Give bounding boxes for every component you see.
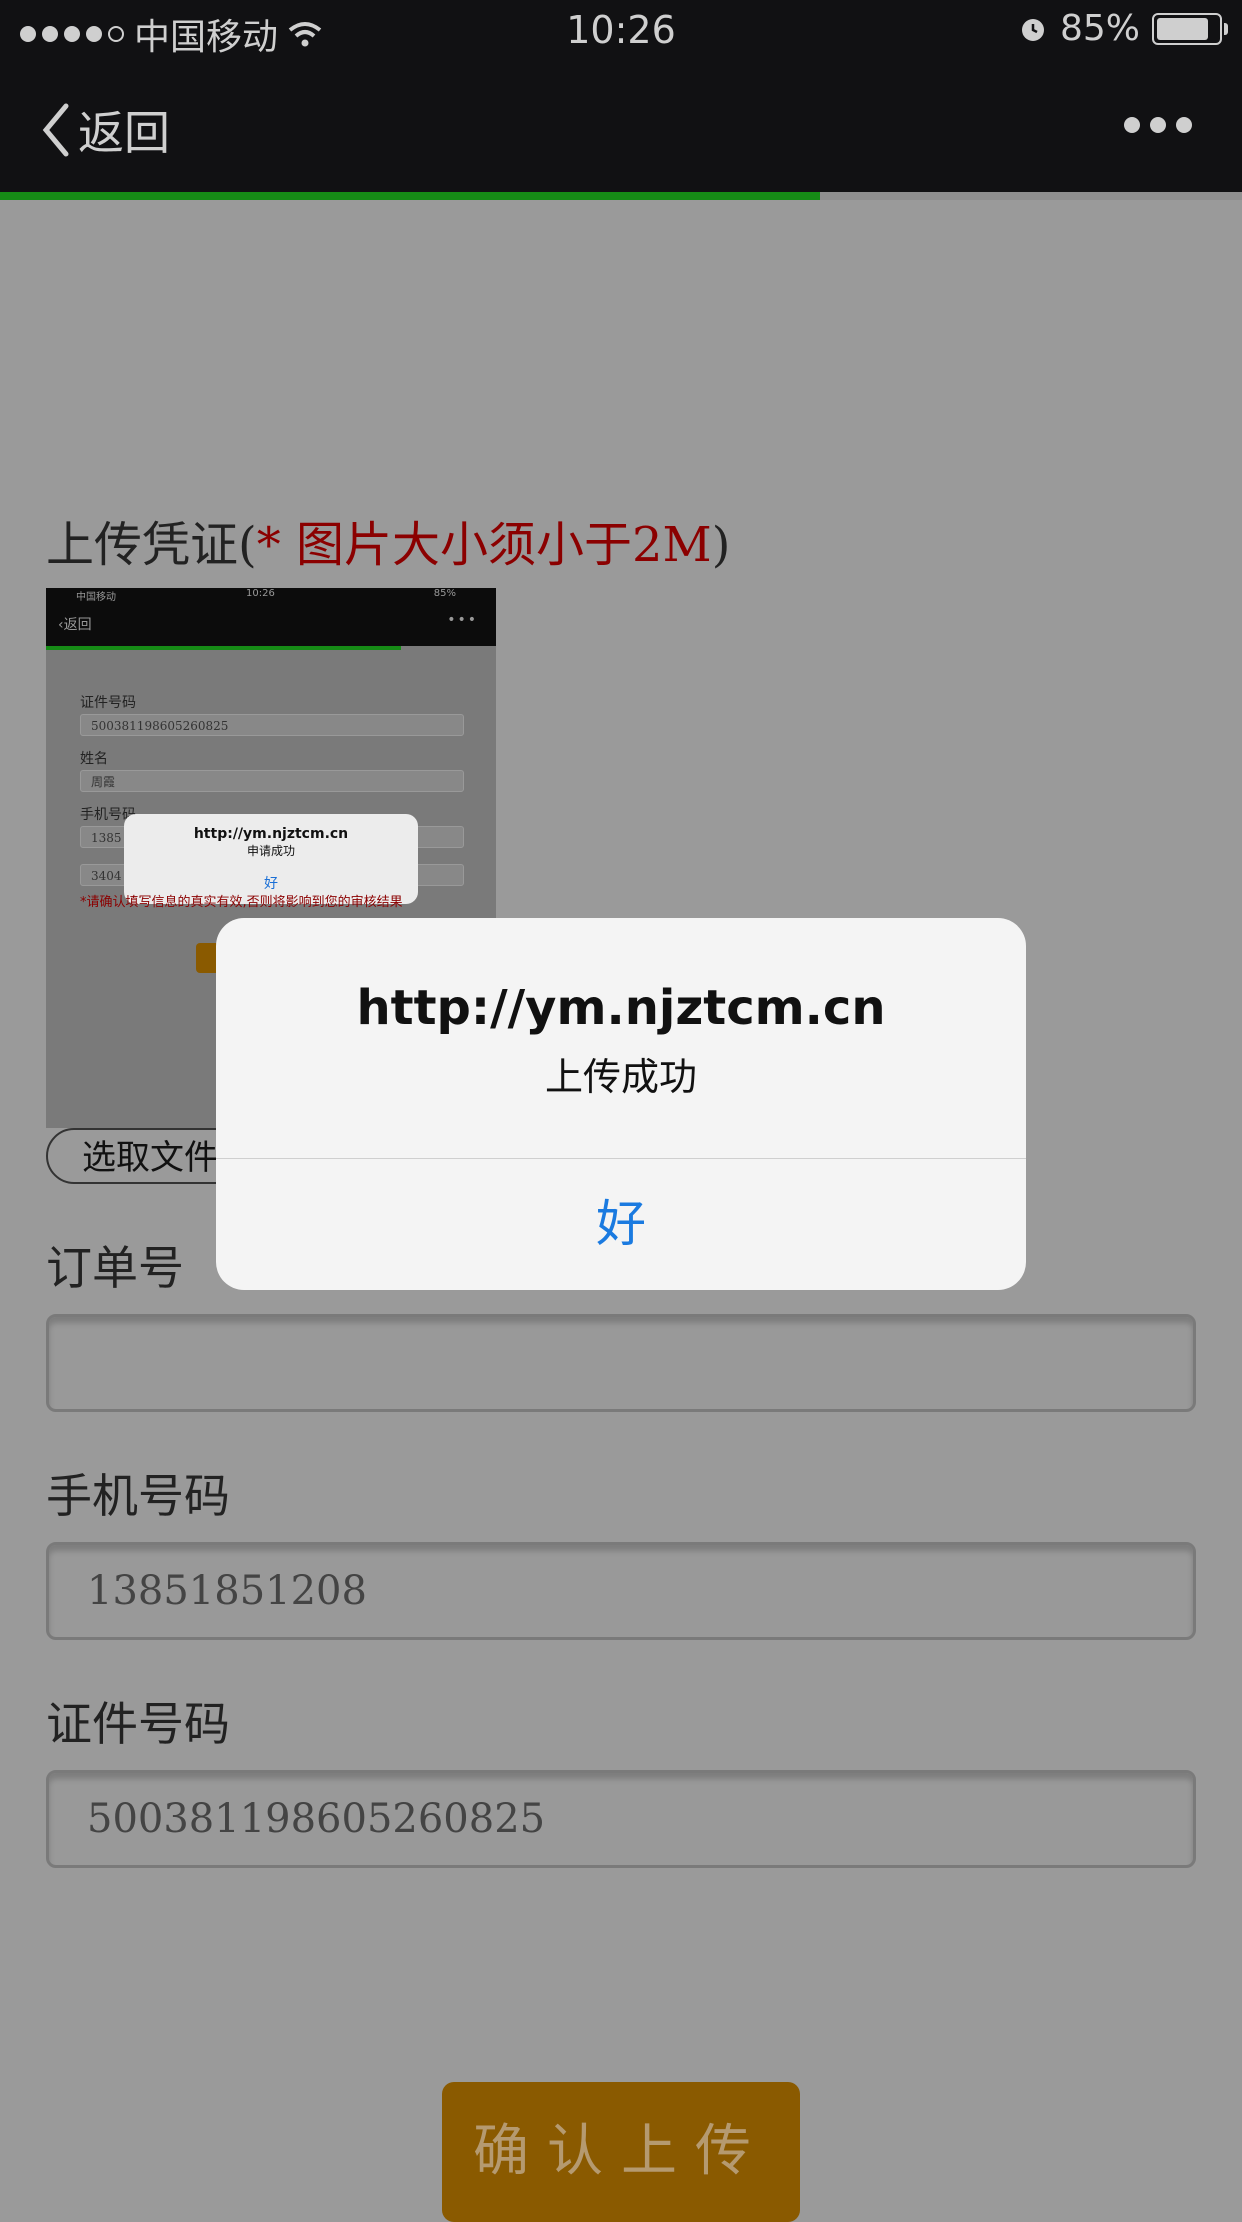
thumb-name-label: 姓名: [80, 751, 108, 767]
more-button[interactable]: [1124, 117, 1192, 133]
alarm-icon: [1021, 18, 1044, 41]
order-input[interactable]: [46, 1314, 1196, 1412]
thumb-name-input: 周霞: [80, 770, 464, 792]
confirm-upload-button[interactable]: 确认上传: [442, 2082, 800, 2222]
id-input[interactable]: 500381198605260825: [46, 1770, 1196, 1868]
battery-percent: 85%: [1059, 8, 1140, 49]
battery-icon: [1152, 12, 1228, 45]
alert-message: 上传成功: [544, 1055, 697, 1099]
id-label: 证件号码: [46, 1697, 230, 1751]
thumb-id-label: 证件号码: [80, 695, 136, 711]
thumb-battery: 85%: [433, 588, 456, 599]
page-load-progress: [0, 192, 1242, 200]
upload-title-text: 上传凭证: [46, 517, 239, 573]
more-dot-icon: [1150, 117, 1166, 133]
thumb-nav-bar: ‹返回 •••: [46, 602, 496, 646]
thumb-alert-ok: 好: [264, 876, 278, 892]
phone-input[interactable]: 13851851208: [46, 1542, 1196, 1640]
alert-ok-button[interactable]: 好: [216, 1159, 1026, 1290]
thumb-warning: *请确认填写信息的真实有效,否则将影响到您的审核结果: [80, 895, 403, 910]
status-right: 85%: [1018, 8, 1228, 49]
thumb-status-bar: 中国移动 10:26 85%: [46, 588, 496, 603]
more-dot-icon: [1124, 117, 1140, 133]
nav-bar: 返回: [0, 62, 1242, 192]
order-label: 订单号: [46, 1241, 184, 1295]
progress-fill: [0, 192, 820, 200]
upload-title: 上传凭证(* 图片大小须小于2M): [46, 517, 731, 573]
thumb-carrier: 中国移动: [76, 592, 116, 603]
phone-label: 手机号码: [46, 1469, 230, 1523]
thumb-alert-title: http://ym.njztcm.cn: [193, 826, 349, 842]
thumb-time: 10:26: [246, 588, 275, 599]
alert-title: http://ym.njztcm.cn: [356, 980, 886, 1036]
thumb-more-icon: •••: [447, 612, 478, 628]
thumb-progress: [46, 646, 401, 650]
back-label: 返回: [78, 106, 170, 160]
thumb-id-input: 500381198605260825: [80, 714, 464, 736]
back-button[interactable]: 返回: [40, 97, 170, 163]
chevron-left-icon: [42, 103, 69, 157]
thumb-back: ‹返回: [58, 617, 92, 633]
upload-warning: 图片大小须小于2M: [296, 517, 712, 573]
alert-dialog: http://ym.njztcm.cn 上传成功 好: [216, 918, 1026, 1290]
thumb-alert-message: 申请成功: [246, 844, 295, 858]
thumb-alert: http://ym.njztcm.cn 申请成功 好: [124, 814, 418, 904]
battery-fill: [1157, 17, 1208, 40]
status-bar: 中国移动 10:26 85%: [0, 0, 1242, 62]
more-dot-icon: [1176, 117, 1192, 133]
